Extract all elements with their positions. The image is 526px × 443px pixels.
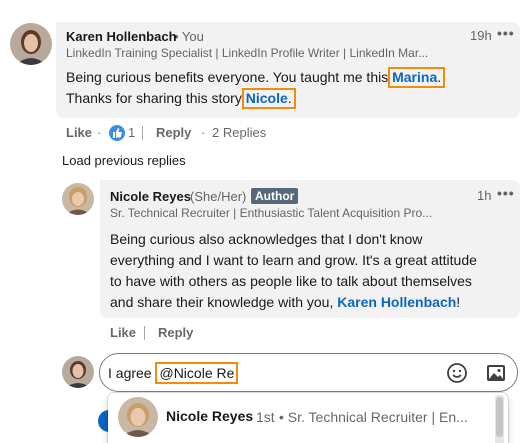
comment-time: 19h [470, 28, 492, 43]
reply-button[interactable]: Reply [156, 125, 191, 140]
mention-highlight-nicole: Nicole. [241, 88, 296, 109]
more-options-icon[interactable]: ••• [497, 185, 515, 201]
nicole-pronouns: (She/Her) [190, 189, 247, 204]
comment-text-part2: Thanks for sharing this story [66, 90, 246, 106]
scrollbar-thumb[interactable] [496, 397, 503, 437]
reply-line-1: Being curious also acknowledges that I d… [110, 231, 423, 247]
reply-like-button[interactable]: Like [110, 325, 136, 340]
comment-text-period: . [437, 69, 442, 85]
reply-line-3: to have with others as people like to ta… [110, 273, 472, 289]
karen-headline: LinkedIn Training Specialist | LinkedIn … [66, 46, 429, 60]
replies-count-link[interactable]: 2 Replies [212, 125, 266, 140]
action-dot: · [97, 125, 102, 140]
reply-line-2: everything and I want to learn and grow.… [110, 252, 477, 268]
karen-comment-text: Being curious benefits everyone. You tau… [66, 67, 506, 109]
nicole-headline: Sr. Technical Recruiter | Enthusiastic T… [110, 206, 433, 220]
mention-karen[interactable]: Karen Hollenbach [337, 294, 456, 310]
mention-marina[interactable]: Marina [392, 69, 437, 85]
reply-line-4-end: ! [456, 294, 461, 310]
suggestion-degree: 1st [256, 409, 275, 425]
suggestion-item[interactable]: Nicole Reyes 1st • Sr. Technical Recruit… [108, 393, 494, 441]
reaction-count[interactable]: 1 [128, 125, 135, 140]
reply-reply-button[interactable]: Reply [158, 325, 193, 340]
suggestion-avatar [118, 397, 158, 437]
action-divider [144, 326, 145, 340]
like-button[interactable]: Like [66, 125, 92, 140]
typed-text: I agree [108, 365, 156, 381]
suggestion-headline: • Sr. Technical Recruiter | En... [279, 409, 468, 425]
nicole-name[interactable]: Nicole Reyes [110, 189, 191, 204]
reply-input-text[interactable]: I agree @Nicole Re [108, 362, 239, 384]
you-label: • You [174, 29, 204, 44]
karen-name[interactable]: Karen Hollenbach [66, 29, 177, 44]
suggestion-name: Nicole Reyes [166, 408, 254, 424]
dropdown-scrollbar[interactable] [495, 395, 504, 443]
author-badge: Author [251, 188, 299, 204]
smiley-icon[interactable] [446, 362, 468, 384]
comment-text-period: . [287, 90, 292, 106]
reply-time: 1h [477, 188, 492, 203]
nicole-reply-text: Being curious also acknowledges that I d… [110, 229, 510, 313]
nicole-avatar[interactable] [62, 183, 94, 215]
mention-suggestions-dropdown: Nicole Reyes 1st • Sr. Technical Recruit… [108, 393, 508, 443]
user-avatar [62, 356, 94, 388]
karen-avatar[interactable] [10, 23, 52, 65]
load-previous-replies[interactable]: Load previous replies [62, 153, 186, 168]
typed-mention-highlight: @Nicole Re [155, 362, 239, 384]
reply-line-4: and share their knowledge with you, [110, 294, 338, 310]
action-divider [142, 126, 143, 140]
image-icon[interactable] [485, 362, 507, 384]
mention-nicole[interactable]: Nicole [246, 90, 288, 106]
action-dot: · [201, 125, 206, 140]
mention-highlight-marina: Marina. [388, 67, 446, 88]
thumbs-up-icon[interactable] [109, 125, 125, 141]
more-options-icon[interactable]: ••• [497, 25, 515, 41]
comment-text-part1: Being curious benefits everyone. You tau… [66, 69, 393, 85]
typed-mention: @Nicole Re [159, 365, 235, 381]
